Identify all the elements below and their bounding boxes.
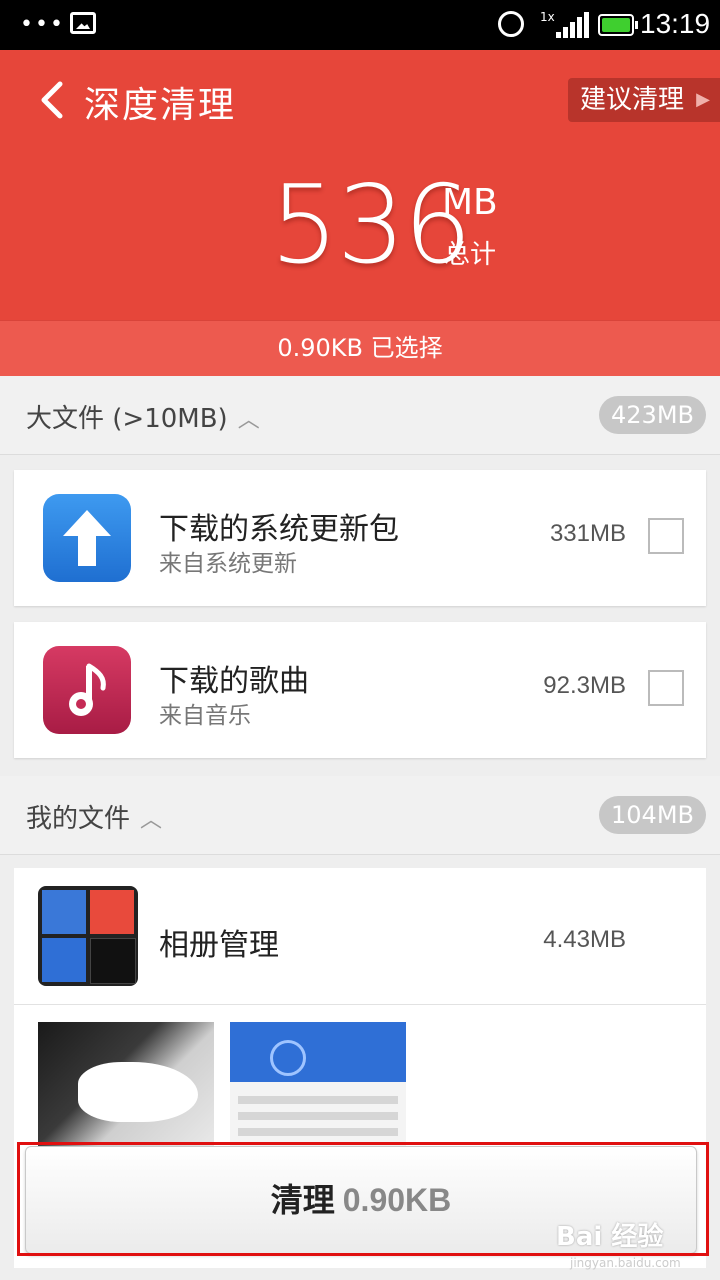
battery-icon — [598, 14, 638, 36]
watermark-logo: Bai 经验 — [556, 1222, 664, 1252]
divider — [14, 1004, 706, 1005]
upload-arrow-icon — [43, 494, 131, 582]
clean-button-amount: 0.90KB — [342, 1182, 452, 1218]
section-label: 我的文件 ︿ — [26, 804, 163, 834]
chevron-up-icon: ︿ — [237, 408, 260, 433]
music-note-icon — [43, 646, 131, 734]
clock: 13:19 — [640, 8, 711, 39]
item-checkbox[interactable] — [648, 518, 684, 554]
item-title: 下载的歌曲 — [159, 664, 309, 699]
item-size: 331MB — [549, 520, 626, 547]
item-size: 4.43MB — [543, 926, 626, 953]
item-size: 92.3MB — [543, 672, 626, 699]
section-size-badge: 104MB — [599, 796, 706, 834]
clean-button-label: 清理 — [270, 1181, 335, 1219]
photo-thumbnail[interactable] — [38, 1022, 214, 1152]
list-item-system-update[interactable]: 下载的系统更新包 来自系统更新 331MB — [14, 470, 706, 606]
item-checkbox[interactable] — [648, 670, 684, 706]
page-title: 深度清理 — [84, 85, 237, 126]
section-size-badge: 423MB — [599, 396, 706, 434]
item-subtitle: 来自系统更新 — [159, 551, 297, 577]
notification-dots-icon: ••• — [20, 12, 65, 37]
status-bar: ••• 1x 13:19 — [0, 0, 720, 50]
item-title: 相册管理 — [159, 928, 279, 963]
screenshot-thumbnail[interactable] — [230, 1022, 406, 1152]
total-size-value: 536 — [270, 163, 472, 288]
alarm-icon — [498, 11, 524, 37]
album-thumbnail-icon — [38, 886, 138, 986]
redaction-scribble — [78, 1062, 198, 1122]
signal-bars-icon — [556, 12, 590, 38]
summary-header: 深度清理 建议清理 ▶ 536 MB 总计 — [0, 50, 720, 320]
total-size-label: 总计 — [444, 240, 497, 270]
total-size-unit: MB — [442, 182, 498, 223]
image-notification-icon — [70, 12, 96, 34]
chevron-right-icon: ▶ — [696, 89, 710, 110]
chevron-up-icon: ︿ — [140, 808, 163, 833]
section-header-my-files[interactable]: 我的文件 ︿ 104MB — [0, 776, 720, 855]
suggest-clean-button[interactable]: 建议清理 ▶ — [568, 78, 720, 122]
section-header-large-files[interactable]: 大文件 (>10MB) ︿ 423MB — [0, 376, 720, 455]
section-label: 大文件 (>10MB) ︿ — [26, 404, 260, 434]
item-subtitle: 来自音乐 — [159, 703, 251, 729]
network-type-label: 1x — [540, 10, 555, 24]
watermark-url: jingyan.baidu.com — [570, 1256, 681, 1270]
suggest-clean-label: 建议清理 — [580, 85, 685, 115]
selected-size-bar: 0.90KB 已选择 — [0, 320, 720, 377]
back-arrow-icon[interactable] — [40, 80, 64, 120]
list-item-downloaded-songs[interactable]: 下载的歌曲 来自音乐 92.3MB — [14, 622, 706, 758]
item-title: 下载的系统更新包 — [159, 512, 399, 547]
